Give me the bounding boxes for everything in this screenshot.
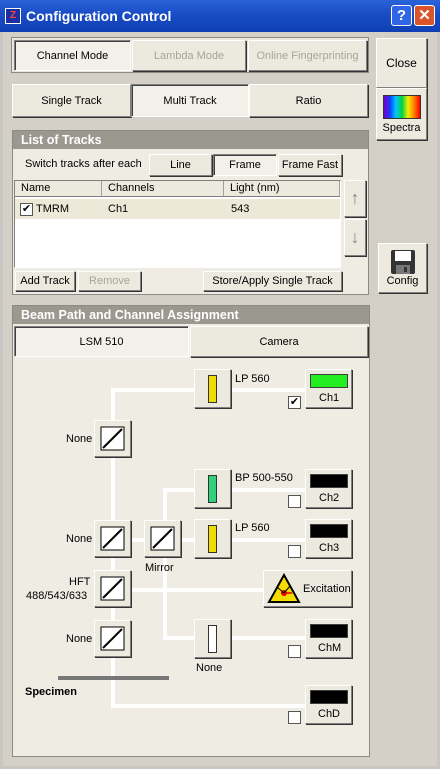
- app-icon: Z: [5, 8, 21, 24]
- splitter-diagonal-icon: [100, 576, 125, 601]
- spectra-button[interactable]: Spectra: [376, 88, 427, 140]
- ch1-color-swatch: [310, 374, 348, 388]
- beam-splitter-nt3[interactable]: [94, 620, 131, 657]
- arrow-up-icon: ↑: [350, 188, 360, 208]
- detector-chm[interactable]: ChM: [305, 619, 352, 658]
- nt2-label: None: [66, 533, 93, 545]
- specimen-bar: [58, 676, 169, 680]
- tab-lsm-510[interactable]: LSM 510: [14, 326, 189, 357]
- tab-channel-mode[interactable]: Channel Mode: [14, 40, 131, 71]
- window-title: Configuration Control: [26, 8, 172, 24]
- ch3-checkbox[interactable]: [288, 545, 301, 558]
- beam-line-to-ch1-filter: [111, 388, 195, 392]
- excitation-label: Excitation: [303, 583, 351, 595]
- beam-splitter-hft[interactable]: [94, 570, 131, 607]
- beam-line-to-chm: [163, 636, 306, 640]
- switch-frame-fast-button[interactable]: Frame Fast: [278, 154, 342, 176]
- tab-camera[interactable]: Camera: [190, 326, 368, 357]
- splitter-diagonal-icon: [100, 526, 125, 551]
- column-header-light[interactable]: Light (nm): [224, 181, 340, 197]
- move-up-button[interactable]: ↑: [344, 180, 366, 217]
- detector-chd[interactable]: ChD: [305, 685, 352, 724]
- chm-label: ChM: [318, 642, 342, 654]
- filter-lp560-mid-label: LP 560: [235, 522, 270, 534]
- window-close-button[interactable]: ✕: [414, 5, 435, 26]
- track-channels: Ch1: [108, 203, 129, 215]
- beam-line-to-ch2: [163, 488, 306, 492]
- beam-splitter-nt2[interactable]: [94, 520, 131, 557]
- detector-ch2[interactable]: Ch2: [305, 469, 352, 508]
- tab-single-track[interactable]: Single Track: [12, 84, 131, 117]
- emission-filter-ch1[interactable]: [194, 369, 231, 408]
- filter-none-swatch: [208, 625, 217, 653]
- switch-line-button[interactable]: Line: [149, 154, 212, 176]
- ch2-checkbox[interactable]: [288, 495, 301, 508]
- nt1-label: None: [66, 433, 93, 445]
- nt3-label: None: [66, 633, 93, 645]
- laser-warning-icon: [267, 573, 301, 603]
- help-button[interactable]: ?: [391, 5, 412, 26]
- spectra-label: Spectra: [382, 121, 421, 134]
- excitation-button[interactable]: Excitation: [263, 570, 352, 607]
- store-apply-single-track-button[interactable]: Store/Apply Single Track: [203, 271, 342, 291]
- chm-color-swatch: [310, 624, 348, 638]
- beam-line-to-excitation: [113, 588, 265, 592]
- close-button[interactable]: Close: [376, 38, 427, 88]
- config-button[interactable]: Config: [378, 243, 427, 293]
- tab-ratio[interactable]: Ratio: [249, 84, 368, 117]
- filter-none-label: None: [196, 662, 223, 674]
- detector-ch1[interactable]: Ch1: [305, 369, 352, 408]
- filter-lp560-top-label: LP 560: [235, 373, 270, 385]
- filter-bp-label: BP 500-550: [235, 472, 293, 484]
- mirror-splitter[interactable]: [144, 520, 181, 557]
- spectrum-icon: [382, 94, 421, 119]
- ch2-label: Ch2: [319, 492, 340, 504]
- specimen-label: Specimen: [25, 686, 77, 698]
- splitter-diagonal-icon: [100, 426, 125, 451]
- chd-color-swatch: [310, 690, 348, 704]
- switch-frame-button[interactable]: Frame: [213, 154, 277, 176]
- track-light: 543: [231, 203, 250, 215]
- switch-tracks-label: Switch tracks after each: [25, 158, 142, 170]
- tab-lambda-mode[interactable]: Lambda Mode: [132, 40, 246, 71]
- beam-line-to-ch1: [230, 388, 306, 392]
- floppy-disk-icon: [390, 250, 415, 274]
- beam-splitter-nt1[interactable]: [94, 420, 131, 457]
- list-of-tracks-title: List of Tracks: [13, 131, 368, 149]
- beam-line-to-chd: [111, 704, 306, 708]
- track-enabled-checkbox[interactable]: ✔: [20, 203, 33, 216]
- ch3-label: Ch3: [319, 542, 340, 554]
- config-label: Config: [386, 275, 419, 287]
- detector-ch3[interactable]: Ch3: [305, 519, 352, 558]
- tab-online-fingerprinting[interactable]: Online Fingerprinting: [248, 40, 367, 71]
- arrow-down-icon: ↓: [350, 227, 360, 247]
- splitter-diagonal-icon: [100, 626, 125, 651]
- remove-track-button[interactable]: Remove: [78, 271, 141, 291]
- hft-label: HFT: [69, 576, 91, 588]
- splitter-diagonal-icon: [150, 526, 175, 551]
- column-header-channels[interactable]: Channels: [102, 181, 224, 197]
- column-header-name[interactable]: Name: [15, 181, 102, 197]
- ch2-color-swatch: [310, 474, 348, 488]
- mirror-label: Mirror: [145, 562, 174, 574]
- beam-path-title: Beam Path and Channel Assignment: [13, 306, 369, 324]
- add-track-button[interactable]: Add Track: [15, 271, 75, 291]
- hft-wavelengths-label: 488/543/633: [26, 590, 88, 602]
- filter-bp-swatch: [208, 475, 217, 503]
- move-down-button[interactable]: ↓: [344, 219, 366, 256]
- emission-filter-ch2[interactable]: [194, 469, 231, 508]
- emission-filter-ch3[interactable]: [194, 519, 231, 558]
- track-name: TMRM: [36, 203, 69, 215]
- filter-lp560-top-swatch: [208, 375, 217, 403]
- chm-checkbox[interactable]: [288, 645, 301, 658]
- chd-label: ChD: [318, 708, 341, 720]
- ch3-color-swatch: [310, 524, 348, 538]
- emission-filter-chm[interactable]: [194, 619, 231, 658]
- filter-lp560-mid-swatch: [208, 525, 217, 553]
- chd-checkbox[interactable]: [288, 711, 301, 724]
- ch1-checkbox[interactable]: ✔: [288, 396, 301, 409]
- ch1-label: Ch1: [319, 392, 340, 404]
- tab-multi-track[interactable]: Multi Track: [131, 84, 249, 117]
